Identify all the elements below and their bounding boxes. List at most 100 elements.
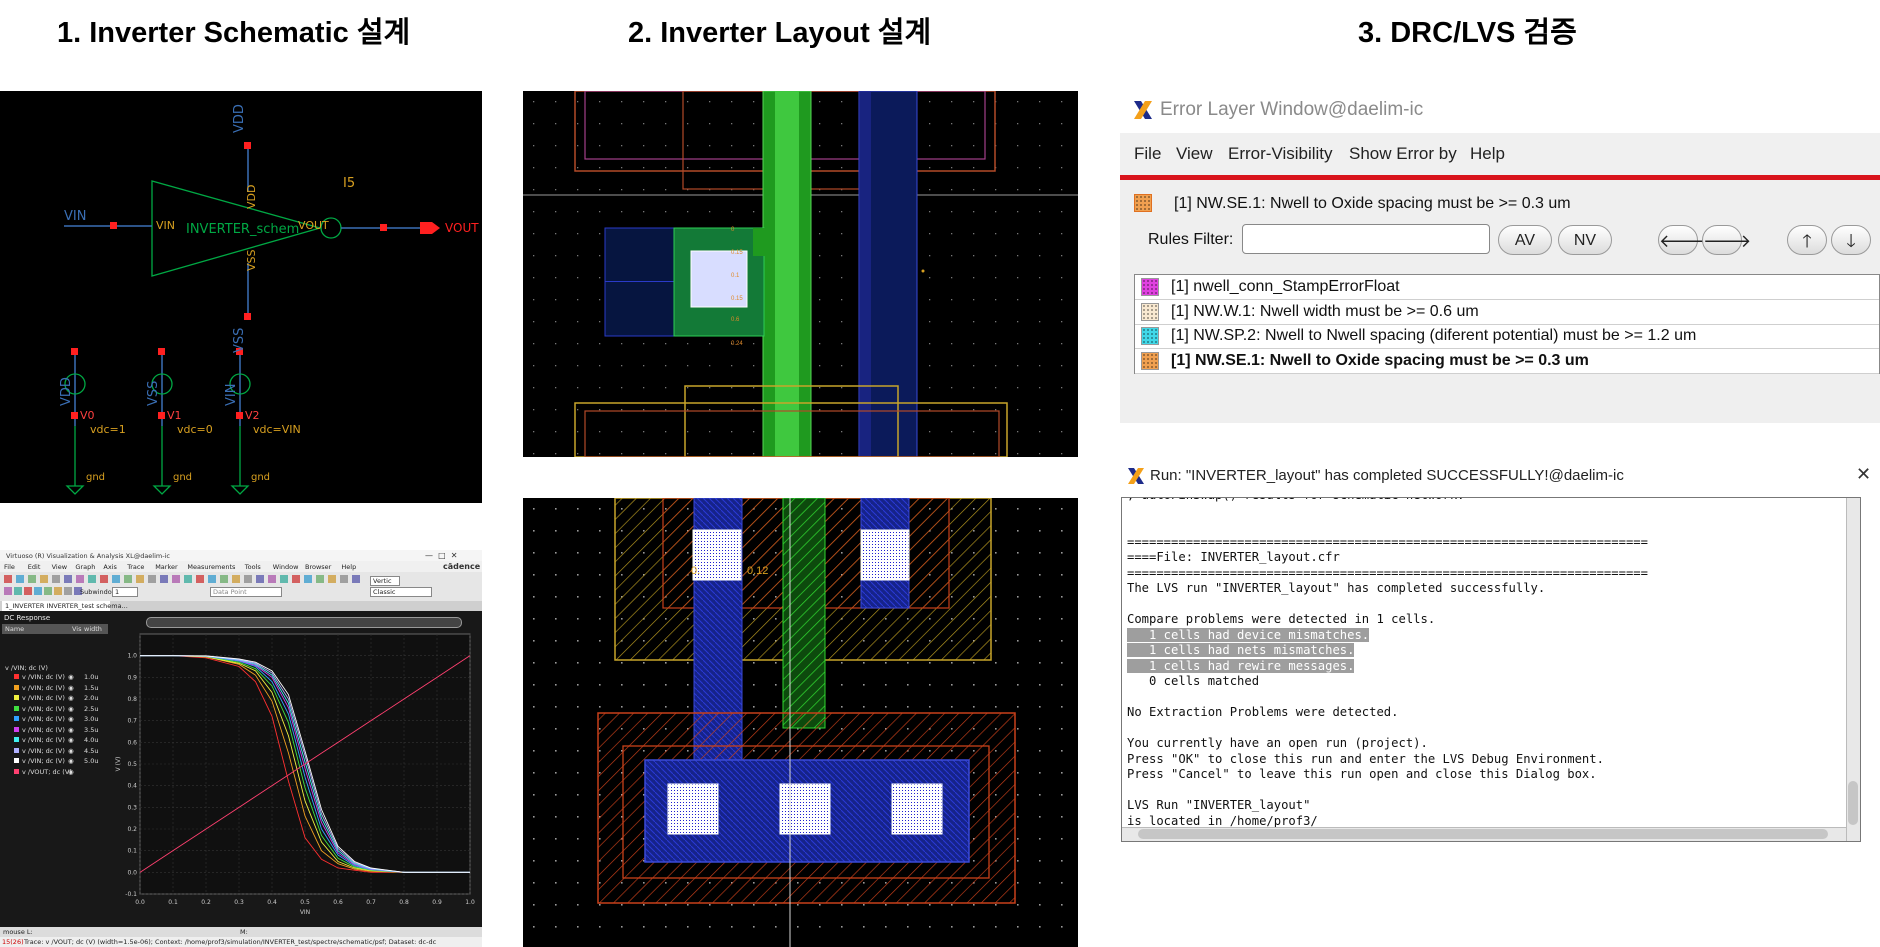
waveform-menu-view[interactable]: View (52, 563, 67, 571)
toolbar-tool-icon[interactable] (52, 575, 60, 583)
subwindow-field[interactable]: 1 (112, 587, 138, 597)
toolbar-tool-icon[interactable] (14, 587, 22, 595)
toolbar-tool-icon[interactable] (28, 575, 36, 583)
toolbar-tool-icon[interactable] (304, 575, 312, 583)
nv-button[interactable]: NV (1558, 225, 1612, 255)
legend-item[interactable]: v /VIN; dc (V) 2.0u ◉ (0, 693, 108, 703)
error-list[interactable]: [1] nwell_conn_StampErrorFloat [1] NW.W.1… (1134, 274, 1880, 374)
lvs-run-window[interactable]: Run: "INVERTER_layout" has completed SUC… (1120, 462, 1880, 867)
waveform-menu-marker[interactable]: Marker (155, 563, 177, 571)
waveform-menu-file[interactable]: File (4, 563, 15, 571)
legend-item[interactable]: v /VIN; dc (V) 3.0u ◉ (0, 714, 108, 724)
vertical-scroll-thumb[interactable] (1848, 781, 1858, 825)
waveform-viewer-window[interactable]: Virtuoso (R) Visualization & Analysis XL… (0, 550, 482, 947)
legend-item[interactable]: v /VIN; dc (V) 4.5u ◉ (0, 746, 108, 756)
menu-help[interactable]: Help (1470, 144, 1505, 164)
legend-list[interactable]: v /VIN; dc (V) 1.0u ◉ v /VIN; dc (V) 1.5u ◉ v … (0, 672, 108, 782)
prev-error-button[interactable]: 🡐 (1658, 225, 1707, 255)
toolbar-tool-icon[interactable] (208, 575, 216, 583)
close-icon[interactable]: ✕ (1856, 464, 1871, 485)
window-controls[interactable]: — □ ✕ (425, 551, 457, 560)
toolbar-tool-icon[interactable] (76, 575, 84, 583)
axis-mode-select[interactable]: Vertic (370, 576, 400, 586)
toolbar-tool-icon[interactable] (280, 575, 288, 583)
waveform-menu-trace[interactable]: Trace (127, 563, 144, 571)
error-list-item[interactable]: [1] nwell_conn_StampErrorFloat (1135, 275, 1879, 300)
legend-item[interactable]: v /VIN; dc (V) 1.5u ◉ (0, 683, 108, 693)
toolbar-tool-icon[interactable] (148, 575, 156, 583)
horizontal-scroll-thumb[interactable] (1138, 829, 1828, 839)
visibility-eye-icon[interactable]: ◉ (68, 705, 74, 713)
toolbar-tool-icon[interactable] (40, 575, 48, 583)
toolbar-tool-icon[interactable] (64, 587, 72, 595)
toolbar-tool-icon[interactable] (136, 575, 144, 583)
visibility-eye-icon[interactable]: ◉ (68, 715, 74, 723)
waveform-menu-window[interactable]: Window (273, 563, 299, 571)
visibility-eye-icon[interactable]: ◉ (68, 768, 74, 776)
error-list-item[interactable]: [1] NW.SE.1: Nwell to Oxide spacing must… (1135, 349, 1879, 374)
overview-scroll[interactable] (146, 617, 462, 628)
tab-inverter-test[interactable]: 1_INVERTER INVERTER_test schema... (2, 601, 128, 611)
layout-view-bottom[interactable]: 0. 0.12 (523, 498, 1078, 947)
lvs-console-output[interactable]: ; autoPinSwap() results for schematic ne… (1121, 497, 1861, 842)
next-rule-button[interactable]: 🡓 (1831, 225, 1871, 255)
waveform-menu-browser[interactable]: Browser (305, 563, 331, 571)
toolbar-tool-icon[interactable] (232, 575, 240, 583)
waveform-menu-graph[interactable]: Graph (75, 563, 95, 571)
style-select[interactable]: Classic (370, 587, 432, 597)
menu-show-error-by[interactable]: Show Error by (1349, 144, 1457, 164)
toolbar-tool-icon[interactable] (34, 587, 42, 595)
waveform-menu-help[interactable]: Help (341, 563, 356, 571)
visibility-eye-icon[interactable]: ◉ (68, 736, 74, 744)
toolbar-tool-icon[interactable] (316, 575, 324, 583)
toolbar-tool-icon[interactable] (64, 575, 72, 583)
schematic-canvas[interactable]: I5 INVERTER_schem VIN VOUT VIN VOUT VDD … (0, 91, 482, 503)
toolbar-tool-icon[interactable] (184, 575, 192, 583)
toolbar-tool-icon[interactable] (24, 587, 32, 595)
visibility-eye-icon[interactable]: ◉ (68, 673, 74, 681)
legend-item[interactable]: v /VIN; dc (V) 1.0u ◉ (0, 672, 108, 682)
waveform-menu-tools[interactable]: Tools (245, 563, 261, 571)
toolbar-tool-icon[interactable] (196, 575, 204, 583)
data-point-field[interactable]: Data Point (210, 587, 282, 597)
toolbar-tool-icon[interactable] (244, 575, 252, 583)
toolbar-tool-icon[interactable] (100, 575, 108, 583)
menu-view[interactable]: View (1176, 144, 1213, 164)
toolbar-tool-icon[interactable] (54, 587, 62, 595)
visibility-eye-icon[interactable]: ◉ (68, 684, 74, 692)
legend-item[interactable]: v /VIN; dc (V) 4.0u ◉ (0, 735, 108, 745)
visibility-eye-icon[interactable]: ◉ (68, 747, 74, 755)
toolbar-tool-icon[interactable] (172, 575, 180, 583)
toolbar-tool-icon[interactable] (220, 575, 228, 583)
next-error-button[interactable]: 🡒 (1702, 225, 1751, 255)
toolbar-tool-icon[interactable] (4, 575, 12, 583)
visibility-eye-icon[interactable]: ◉ (68, 726, 74, 734)
av-button[interactable]: AV (1498, 225, 1552, 255)
error-list-item[interactable]: [1] NW.SP.2: Nwell to Nwell spacing (dif… (1135, 324, 1879, 349)
legend-item[interactable]: v /VIN; dc (V) 2.5u ◉ (0, 704, 108, 714)
visibility-eye-icon[interactable]: ◉ (68, 757, 74, 765)
toolbar-tool-icon[interactable] (328, 575, 336, 583)
legend-item[interactable]: v /VIN; dc (V) 3.5u ◉ (0, 725, 108, 735)
error-layer-window[interactable]: Error Layer Window@daelim-ic File View E… (1120, 91, 1880, 423)
toolbar-tool-icon[interactable] (352, 575, 360, 583)
toolbar-tool-icon[interactable] (112, 575, 120, 583)
waveform-menu-axis[interactable]: Axis (103, 563, 117, 571)
error-list-item[interactable]: [1] NW.W.1: Nwell width must be >= 0.6 u… (1135, 300, 1879, 325)
toolbar-tool-icon[interactable] (292, 575, 300, 583)
toolbar-tool-icon[interactable] (268, 575, 276, 583)
menu-error-visibility[interactable]: Error-Visibility (1228, 144, 1333, 164)
layout-view-top[interactable]: 0 0.15 0.1 0.15 0.6 0.24 (523, 91, 1078, 457)
waveform-menu-edit[interactable]: Edit (28, 563, 41, 571)
toolbar-tool-icon[interactable] (16, 575, 24, 583)
toolbar-tool-icon[interactable] (340, 575, 348, 583)
visibility-eye-icon[interactable]: ◉ (68, 694, 74, 702)
rules-filter-input[interactable] (1242, 224, 1490, 254)
legend-item[interactable]: v /VIN; dc (V) 5.0u ◉ (0, 756, 108, 766)
toolbar-tool-icon[interactable] (160, 575, 168, 583)
toolbar-tool-icon[interactable] (44, 587, 52, 595)
legend-item[interactable]: v /VOUT; dc (V) ◉ (0, 767, 108, 777)
prev-rule-button[interactable]: 🡑 (1787, 225, 1827, 255)
toolbar-tool-icon[interactable] (88, 575, 96, 583)
toolbar-tool-icon[interactable] (124, 575, 132, 583)
